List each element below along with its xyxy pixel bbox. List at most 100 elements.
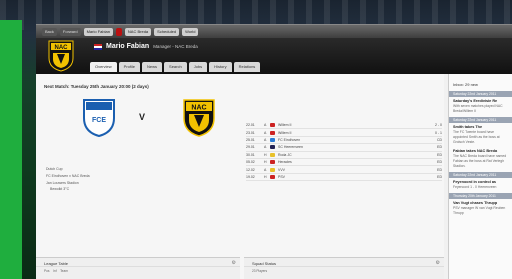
squad-status-row: 23 Players <box>252 269 268 273</box>
opponent-badge-icon <box>270 167 275 172</box>
pos-column: Pos <box>44 269 50 273</box>
inbox-message[interactable]: Fabian takes NAC Breda The NAC Breda boar… <box>449 147 512 171</box>
fixture-date: 22.01 <box>246 123 255 128</box>
fixture-score: ED <box>437 160 442 165</box>
inbox-message-text: PSV manager W van Vugt Reuben Thrupp <box>453 206 506 215</box>
fixture-date: 05.02 <box>246 160 255 165</box>
versus-label: V <box>139 112 146 122</box>
fixture-opponent: PSV <box>278 174 286 179</box>
fixture-score: ED <box>437 152 442 157</box>
tab-search[interactable]: Search <box>164 62 187 72</box>
next-match-panel: Next Match: Tuesday 25th January 20:00 (… <box>36 74 444 279</box>
inbox-message-text: The FC Twente board have appointed Smith… <box>453 130 500 144</box>
fixture-score: ED <box>437 167 442 172</box>
fixture-row[interactable]: 05.02 H Heracles ED <box>246 159 442 167</box>
inbox-message-title: Feyenoord in control as <box>453 180 497 184</box>
fixture-date: 25.01 <box>246 137 255 142</box>
svg-text:NAC: NAC <box>55 45 69 51</box>
fixture-date: 12.02 <box>246 167 255 172</box>
inbox-message-text: Feyenoord 1 - 0 Heerenveen <box>453 185 497 189</box>
inbox-message-text: The NAC Breda board have named Fabian as… <box>453 154 507 168</box>
inbox-message[interactable]: Saturday's Eredivisie Re With seven match… <box>449 97 512 116</box>
league-table-title: League Table <box>36 258 240 267</box>
fixture-date: 29.01 <box>246 145 255 150</box>
fixture-score: ED <box>437 145 442 150</box>
fixture-date: 30.01 <box>246 152 255 157</box>
opponent-badge-icon <box>270 160 275 165</box>
fixture-date: 19.02 <box>246 174 255 179</box>
fixture-opponent: SC Heerenveen <box>278 145 303 150</box>
fixture-row[interactable]: 30.01 H Roda JC ED <box>246 152 442 159</box>
tab-news[interactable]: News <box>142 62 163 72</box>
league-table-panel: League Table Pos Inf Team ⚙ <box>36 257 240 279</box>
weather-info: Bewolkt 3°C <box>50 187 70 191</box>
fixture-score: CD <box>436 137 442 142</box>
manager-menu-button[interactable]: Mario Fabian <box>83 27 113 36</box>
inf-column: Inf <box>53 269 57 273</box>
top-toolbar: Back Forward Mario Fabian NAC Breda Sche… <box>36 25 512 38</box>
fixture-score: 2 - 0 <box>434 123 442 128</box>
profile-tabs: Overview Profile News Search Jobs Histor… <box>90 62 261 72</box>
inbox-message-text: With seven matches played NAC Breda/Will… <box>453 104 503 113</box>
gear-icon[interactable]: ⚙ <box>436 260 440 266</box>
fixture-opponent: Willem II <box>278 123 292 128</box>
manager-name: Mario Fabian <box>106 43 150 50</box>
fixture-row[interactable]: 23.01 A Willem II 0 - 1 <box>246 129 442 137</box>
svg-text:NAC: NAC <box>191 105 206 112</box>
opponent-badge-icon <box>270 145 275 150</box>
competition-name: Dutch Cup <box>46 167 63 171</box>
fixture-opponent: Roda JC <box>278 152 292 157</box>
away-club-crest-icon[interactable]: NAC <box>182 98 216 138</box>
stadium-name: Jan Louwers Stadion <box>46 181 79 185</box>
fixture-date: 23.01 <box>246 130 255 135</box>
tab-jobs[interactable]: Jobs <box>188 62 208 72</box>
world-menu-button[interactable]: World <box>182 27 199 36</box>
inbox-message[interactable]: Van Vugt chases Thrupp PSV manager W van … <box>449 199 512 218</box>
back-button[interactable]: Back <box>42 27 57 36</box>
inbox-title: Inbox: 29 new <box>453 82 478 87</box>
home-club-crest-icon[interactable]: FCE <box>82 98 116 138</box>
forward-button[interactable]: Forward <box>59 27 81 36</box>
notification-icon[interactable] <box>115 27 122 36</box>
fixture-row[interactable]: 12.02 A VVV ED <box>246 166 442 174</box>
squad-status-panel: Squad Status 23 Players ⚙ <box>244 257 444 279</box>
bottom-panels: League Table Pos Inf Team ⚙ Squad Status… <box>36 257 512 279</box>
game-window: Back Forward Mario Fabian NAC Breda Sche… <box>36 24 512 279</box>
fixture-name: FC Eindhoven v NAC Breda <box>46 174 90 178</box>
fixture-opponent: FC Eindhoven <box>278 137 301 142</box>
opponent-badge-icon <box>270 123 275 128</box>
opponent-badge-icon <box>270 152 275 157</box>
gear-icon[interactable]: ⚙ <box>232 260 236 266</box>
fixture-row[interactable]: 25.01 A FC Eindhoven CD <box>246 137 442 145</box>
fixtures-list: 22.01 A Willem II 2 - 0 23.01 A Willem II 0 - 1… <box>246 122 442 182</box>
fixture-row[interactable]: 22.01 A Willem II 2 - 0 <box>246 122 442 130</box>
opponent-badge-icon <box>270 174 275 179</box>
league-table-header: Pos Inf Team <box>36 267 240 273</box>
fixture-opponent: Heracles <box>278 160 292 165</box>
club-crest-icon: NAC <box>48 40 74 72</box>
inbox-message-title: Saturday's Eredivisie Re <box>453 99 498 103</box>
team-column: Team <box>60 269 68 273</box>
tab-overview[interactable]: Overview <box>90 62 117 72</box>
tab-relations[interactable]: Relations <box>233 62 261 72</box>
inbox-message[interactable]: Smith takes The The FC Twente board have … <box>449 123 512 147</box>
inbox-message[interactable]: Feyenoord in control as Feyenoord 1 - 0 H… <box>449 178 512 192</box>
manager-title: Mario Fabian Manager - NAC Breda <box>94 43 198 50</box>
desktop-accent-strip <box>0 20 22 279</box>
manager-header: NAC Mario Fabian Manager - NAC Breda Ove… <box>36 38 512 74</box>
tab-history[interactable]: History <box>209 62 232 72</box>
inbox-panel: Inbox: 29 new Saturday 22nd January 2011… <box>448 74 512 279</box>
next-match-title: Next Match: Tuesday 25th January 20:00 (… <box>44 84 149 89</box>
opponent-badge-icon <box>270 137 275 142</box>
fixture-row[interactable]: 19.02 H PSV ED <box>246 174 442 182</box>
inbox-message-title: Smith takes The <box>453 125 483 129</box>
fixture-score: ED <box>437 174 442 179</box>
inbox-message-title: Van Vugt chases Thrupp <box>453 201 498 205</box>
fixture-row[interactable]: 29.01 A SC Heerenveen ED <box>246 144 442 152</box>
nationality-flag-icon <box>94 43 102 50</box>
manager-role: Manager - NAC Breda <box>153 44 198 49</box>
inbox-message-title: Fabian takes NAC Breda <box>453 149 498 153</box>
tab-profile[interactable]: Profile <box>118 62 141 72</box>
scheduled-menu-button[interactable]: Scheduled <box>154 27 180 36</box>
club-menu-button[interactable]: NAC Breda <box>124 27 152 36</box>
